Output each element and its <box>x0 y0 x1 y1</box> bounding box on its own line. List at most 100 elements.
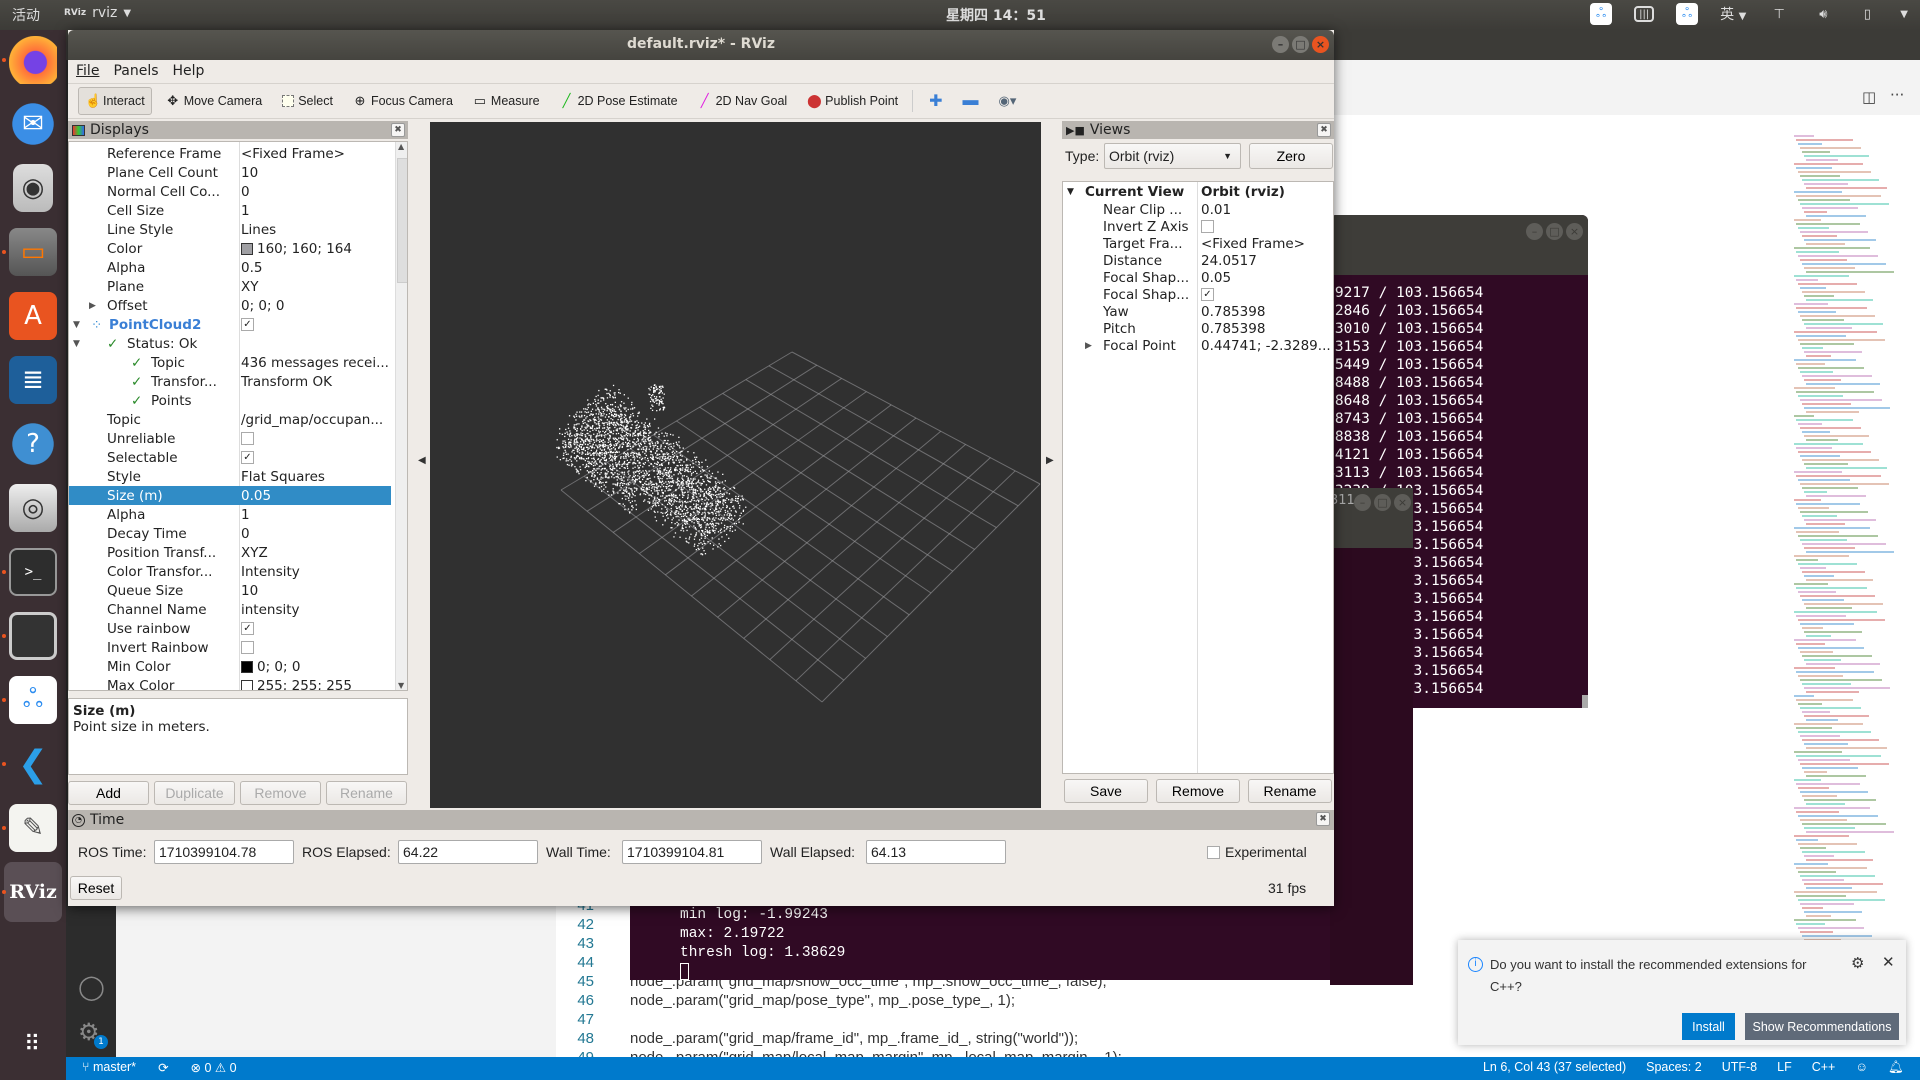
add-display-button[interactable]: Add <box>68 781 149 805</box>
property-value[interactable]: 0.05 <box>241 488 271 504</box>
show-applications-icon[interactable]: ⠿ <box>9 1020 57 1068</box>
property-checkbox[interactable]: ✓ <box>241 318 254 331</box>
libreoffice-impress-icon[interactable]: ≣ <box>9 356 57 404</box>
property-row[interactable]: ✓ Points <box>69 391 391 410</box>
code-line[interactable]: 44 <box>556 954 630 973</box>
minimize-icon[interactable]: – <box>1354 494 1371 511</box>
property-value[interactable]: Transform OK <box>241 374 332 390</box>
tool-move-camera[interactable]: ✥ Move Camera <box>160 87 269 115</box>
tool-2d-nav-goal[interactable]: ╱ 2D Nav Goal <box>692 87 794 115</box>
menu-panels[interactable]: Panels <box>113 63 158 79</box>
property-row[interactable]: Unreliable <box>69 429 391 448</box>
property-value[interactable]: 0.5 <box>241 260 262 276</box>
split-editor-icon[interactable]: ◫ <box>1862 88 1876 106</box>
displays-tree[interactable]: Reference Frame <Fixed Frame> Plane Cell C… <box>68 141 408 691</box>
property-value[interactable]: ✓ <box>1201 288 1218 301</box>
tool-2d-pose-estimate[interactable]: ╱ 2D Pose Estimate <box>554 87 684 115</box>
rhythmbox-icon[interactable]: ◉ <box>13 164 53 212</box>
scrollbar-thumb[interactable] <box>397 158 407 283</box>
menu-help[interactable]: Help <box>173 63 205 79</box>
property-value[interactable]: 436 messages recei... <box>241 355 389 371</box>
ubuntu-software-icon[interactable]: A <box>9 292 57 340</box>
problems-indicator[interactable]: ⊗ 0 ⚠ 0 <box>191 1060 237 1075</box>
property-value[interactable]: ✓ <box>241 318 258 331</box>
remove-tool-button[interactable]: ▬ <box>957 87 985 115</box>
3d-viewport[interactable] <box>430 122 1041 808</box>
property-value[interactable]: 0.05 <box>1201 270 1231 286</box>
more-actions-icon[interactable]: ··· <box>1890 86 1904 104</box>
property-row[interactable]: Plane XY <box>69 277 391 296</box>
color-swatch[interactable] <box>241 679 253 690</box>
color-swatch[interactable] <box>241 242 253 255</box>
property-row[interactable]: ▼ ⁘ PointCloud2 ✓ <box>69 315 391 334</box>
sync-icon[interactable]: ⟳ <box>158 1060 168 1075</box>
maximize-icon[interactable]: □ <box>1546 223 1563 240</box>
screen-icon[interactable] <box>9 612 57 660</box>
remove-display-button[interactable]: Remove <box>240 781 321 805</box>
minimize-icon[interactable]: – <box>1526 223 1543 240</box>
close-icon[interactable]: × <box>1312 36 1329 53</box>
notification-close-icon[interactable]: ✕ <box>1882 953 1895 971</box>
property-value[interactable]: <Fixed Frame> <box>241 146 345 162</box>
property-value[interactable]: 0; 0; 0 <box>241 298 284 314</box>
property-row[interactable]: Position Transf... XYZ <box>69 543 391 562</box>
collapse-right-arrow-icon[interactable]: ▶ <box>1046 455 1054 466</box>
cursor-position[interactable]: Ln 6, Col 43 (37 selected) <box>1483 1060 1626 1075</box>
expanded-arrow-icon[interactable]: ▼ <box>73 320 80 330</box>
property-value[interactable]: Lines <box>241 222 276 238</box>
view-property-row[interactable]: ▶ Focal Point 0.44741; -2.3289... <box>1063 336 1333 355</box>
ros-time-field[interactable]: 1710399104.78 <box>154 840 294 864</box>
property-value[interactable]: 10 <box>241 583 258 599</box>
property-value[interactable] <box>241 432 258 445</box>
baidu-netdisk-icon[interactable]: ஃ <box>9 676 57 724</box>
notification-settings-icon[interactable]: ⚙ <box>1851 954 1864 972</box>
property-row[interactable]: Decay Time 0 <box>69 524 391 543</box>
property-row[interactable]: Line Style Lines <box>69 220 391 239</box>
property-row[interactable]: Color Transfor... Intensity <box>69 562 391 581</box>
collapsed-arrow-icon[interactable]: ▶ <box>1085 341 1092 351</box>
end-of-line[interactable]: LF <box>1777 1060 1792 1075</box>
property-row[interactable]: Alpha 1 <box>69 505 391 524</box>
current-view-row[interactable]: ▼ Current View Orbit (rviz) <box>1063 182 1385 201</box>
property-row[interactable]: Normal Cell Co... 0 <box>69 182 391 201</box>
tool-focus-camera[interactable]: ⊕ Focus Camera <box>347 87 459 115</box>
color-swatch[interactable] <box>241 660 253 673</box>
firefox-icon[interactable] <box>9 36 57 84</box>
property-value[interactable]: 160; 160; 164 <box>241 241 352 257</box>
property-value[interactable]: 24.0517 <box>1201 253 1257 269</box>
property-row[interactable]: Size (m) 0.05 <box>69 486 391 505</box>
property-value[interactable]: 255; 255; 255 <box>241 678 352 690</box>
property-row[interactable]: Use rainbow ✓ <box>69 619 391 638</box>
clock[interactable]: 星期四 14：51 <box>946 5 1046 25</box>
property-value[interactable]: 0; 0; 0 <box>241 659 300 675</box>
code-line[interactable]: 47 <box>556 1011 630 1030</box>
property-value[interactable]: 0.44741; -2.3289... <box>1201 338 1331 354</box>
property-value[interactable] <box>241 641 258 654</box>
property-checkbox[interactable] <box>241 641 254 654</box>
property-row[interactable]: Max Color 255; 255; 255 <box>69 676 391 690</box>
reset-button[interactable]: Reset <box>70 876 122 900</box>
collapse-left-arrow-icon[interactable]: ◀ <box>418 455 426 466</box>
save-view-button[interactable]: Save <box>1064 779 1148 803</box>
property-row[interactable]: Cell Size 1 <box>69 201 391 220</box>
property-value[interactable]: <Fixed Frame> <box>1201 236 1305 252</box>
network-icon[interactable]: ⊤ <box>1768 3 1790 25</box>
remove-view-button[interactable]: Remove <box>1156 779 1240 803</box>
add-tool-button[interactable]: ✚ <box>923 87 948 115</box>
property-row[interactable]: Invert Rainbow <box>69 638 391 657</box>
property-value[interactable]: 0 <box>241 184 250 200</box>
property-value[interactable]: 1 <box>241 507 250 523</box>
install-button[interactable]: Install <box>1682 1013 1735 1040</box>
property-value[interactable]: Intensity <box>241 564 300 580</box>
property-value[interactable]: ✓ <box>241 622 258 635</box>
property-row[interactable]: ▶ Offset 0; 0; 0 <box>69 296 391 315</box>
ros-elapsed-field[interactable]: 64.22 <box>398 840 538 864</box>
property-value[interactable]: 0.785398 <box>1201 321 1265 337</box>
terminal-icon[interactable]: >_ <box>9 548 57 596</box>
views-tree[interactable]: ▼ Current View Orbit (rviz) Near Clip ..… <box>1062 181 1334 774</box>
maximize-icon[interactable]: □ <box>1292 36 1309 53</box>
activities-button[interactable]: 活动 <box>12 5 40 25</box>
feedback-icon[interactable]: ☺ <box>1855 1060 1868 1075</box>
property-row[interactable]: Topic/grid_map/occupan... <box>69 410 391 429</box>
battery-icon[interactable]: ▯ <box>1856 3 1878 25</box>
